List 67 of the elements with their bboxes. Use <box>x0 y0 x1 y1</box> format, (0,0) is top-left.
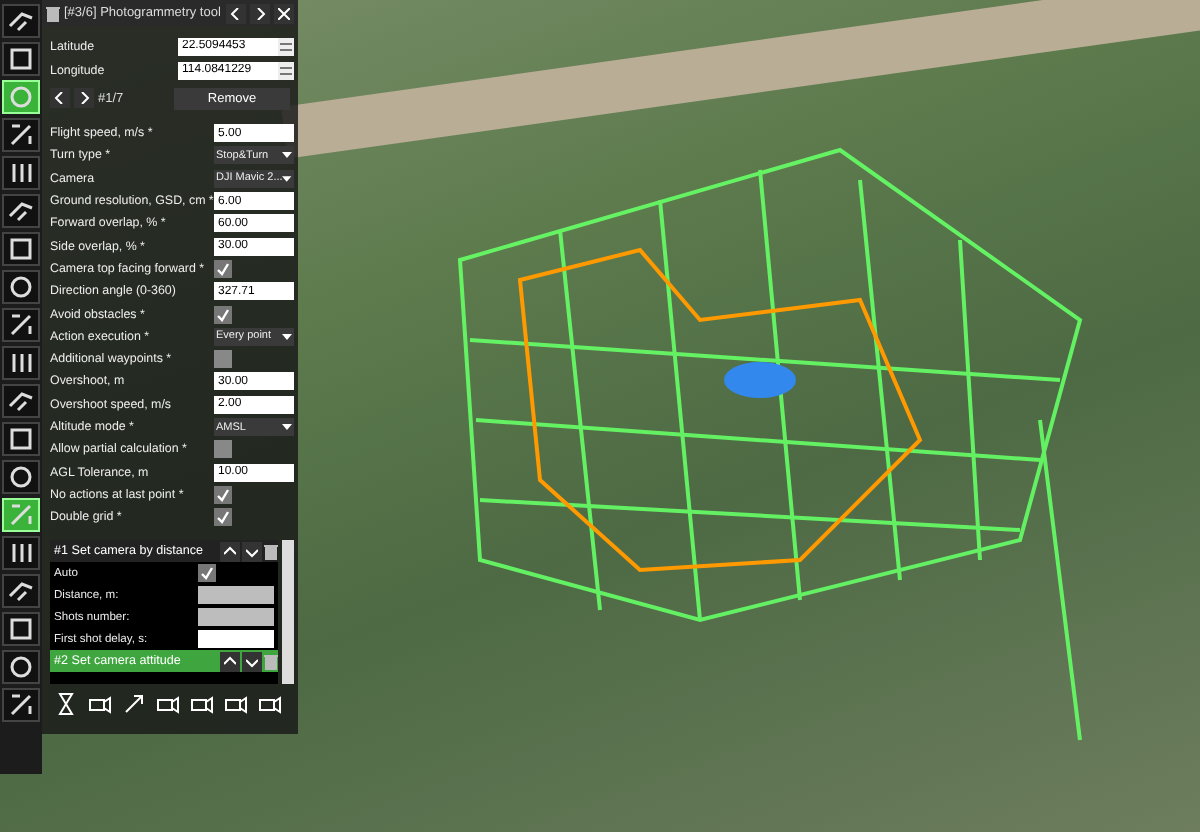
close-icon <box>278 7 290 19</box>
move-up-button[interactable] <box>220 651 240 672</box>
line-icon <box>6 310 36 340</box>
tool-button[interactable] <box>2 384 40 418</box>
tool-button[interactable] <box>2 194 40 228</box>
tool-button[interactable] <box>2 308 40 342</box>
tool-button[interactable] <box>2 4 40 38</box>
hourglass-icon[interactable] <box>54 692 78 717</box>
tool-button[interactable] <box>2 574 40 608</box>
dropdown-arrow-icon <box>282 422 292 432</box>
action-checkbox[interactable] <box>198 564 216 583</box>
line-icon <box>6 500 36 530</box>
dropdown-arrow-icon <box>282 331 292 342</box>
move-down-button[interactable] <box>242 651 262 672</box>
tool-button[interactable] <box>2 536 40 570</box>
dropdown-arrow-icon <box>282 173 292 184</box>
circle-icon <box>6 82 36 112</box>
next-button[interactable] <box>74 88 94 108</box>
line-icon <box>6 120 36 150</box>
parameter-checkbox[interactable] <box>214 305 232 324</box>
coordinate-picker-icon[interactable] <box>278 61 294 79</box>
coordinate-picker-icon[interactable] <box>278 37 294 55</box>
chevron-right-icon <box>254 7 266 19</box>
trash-icon[interactable] <box>46 5 60 21</box>
square-icon <box>6 424 36 454</box>
action-field[interactable] <box>198 630 274 649</box>
chevron-down-icon <box>246 545 258 558</box>
dropdown-arrow-icon <box>282 150 292 161</box>
arrow-icon[interactable] <box>122 692 146 717</box>
line-icon <box>6 690 36 720</box>
tool-button[interactable] <box>2 688 40 722</box>
square-icon <box>6 234 36 264</box>
tool-button[interactable] <box>2 156 40 190</box>
tool-button[interactable] <box>2 232 40 266</box>
tool-button[interactable] <box>2 460 40 494</box>
parameter-checkbox[interactable] <box>214 508 232 527</box>
parameter-checkbox[interactable] <box>214 440 232 459</box>
trash-icon[interactable] <box>264 543 278 560</box>
square-icon <box>6 44 36 74</box>
square-icon <box>6 614 36 644</box>
tool-button[interactable] <box>2 650 40 684</box>
parameter-checkbox[interactable] <box>214 350 232 369</box>
circle-icon <box>6 462 36 492</box>
camera-icon[interactable] <box>156 692 180 717</box>
chevron-up-icon <box>224 655 236 668</box>
chevron-left-icon <box>54 92 66 104</box>
tool-button[interactable] <box>2 612 40 646</box>
tool-button[interactable] <box>2 346 40 380</box>
chevron-left-icon <box>230 7 242 19</box>
move-down-button[interactable] <box>242 541 262 562</box>
scrollbar[interactable] <box>282 540 294 685</box>
move-up-button[interactable] <box>220 541 240 562</box>
chevron-down-icon <box>246 655 258 668</box>
circle-icon <box>6 272 36 302</box>
chevron-up-icon <box>224 545 236 558</box>
chevron-right-icon <box>78 92 90 104</box>
tool-button[interactable] <box>2 42 40 76</box>
tool-button[interactable] <box>2 270 40 304</box>
previous-button[interactable] <box>226 3 246 23</box>
next-button[interactable] <box>250 3 270 23</box>
close-button[interactable] <box>274 3 294 23</box>
parameter-checkbox[interactable] <box>214 259 232 278</box>
parameter-checkbox[interactable] <box>214 485 232 504</box>
tool-button[interactable] <box>2 118 40 152</box>
previous-button[interactable] <box>50 88 70 108</box>
circle-icon <box>6 652 36 682</box>
tool-button[interactable] <box>2 422 40 456</box>
